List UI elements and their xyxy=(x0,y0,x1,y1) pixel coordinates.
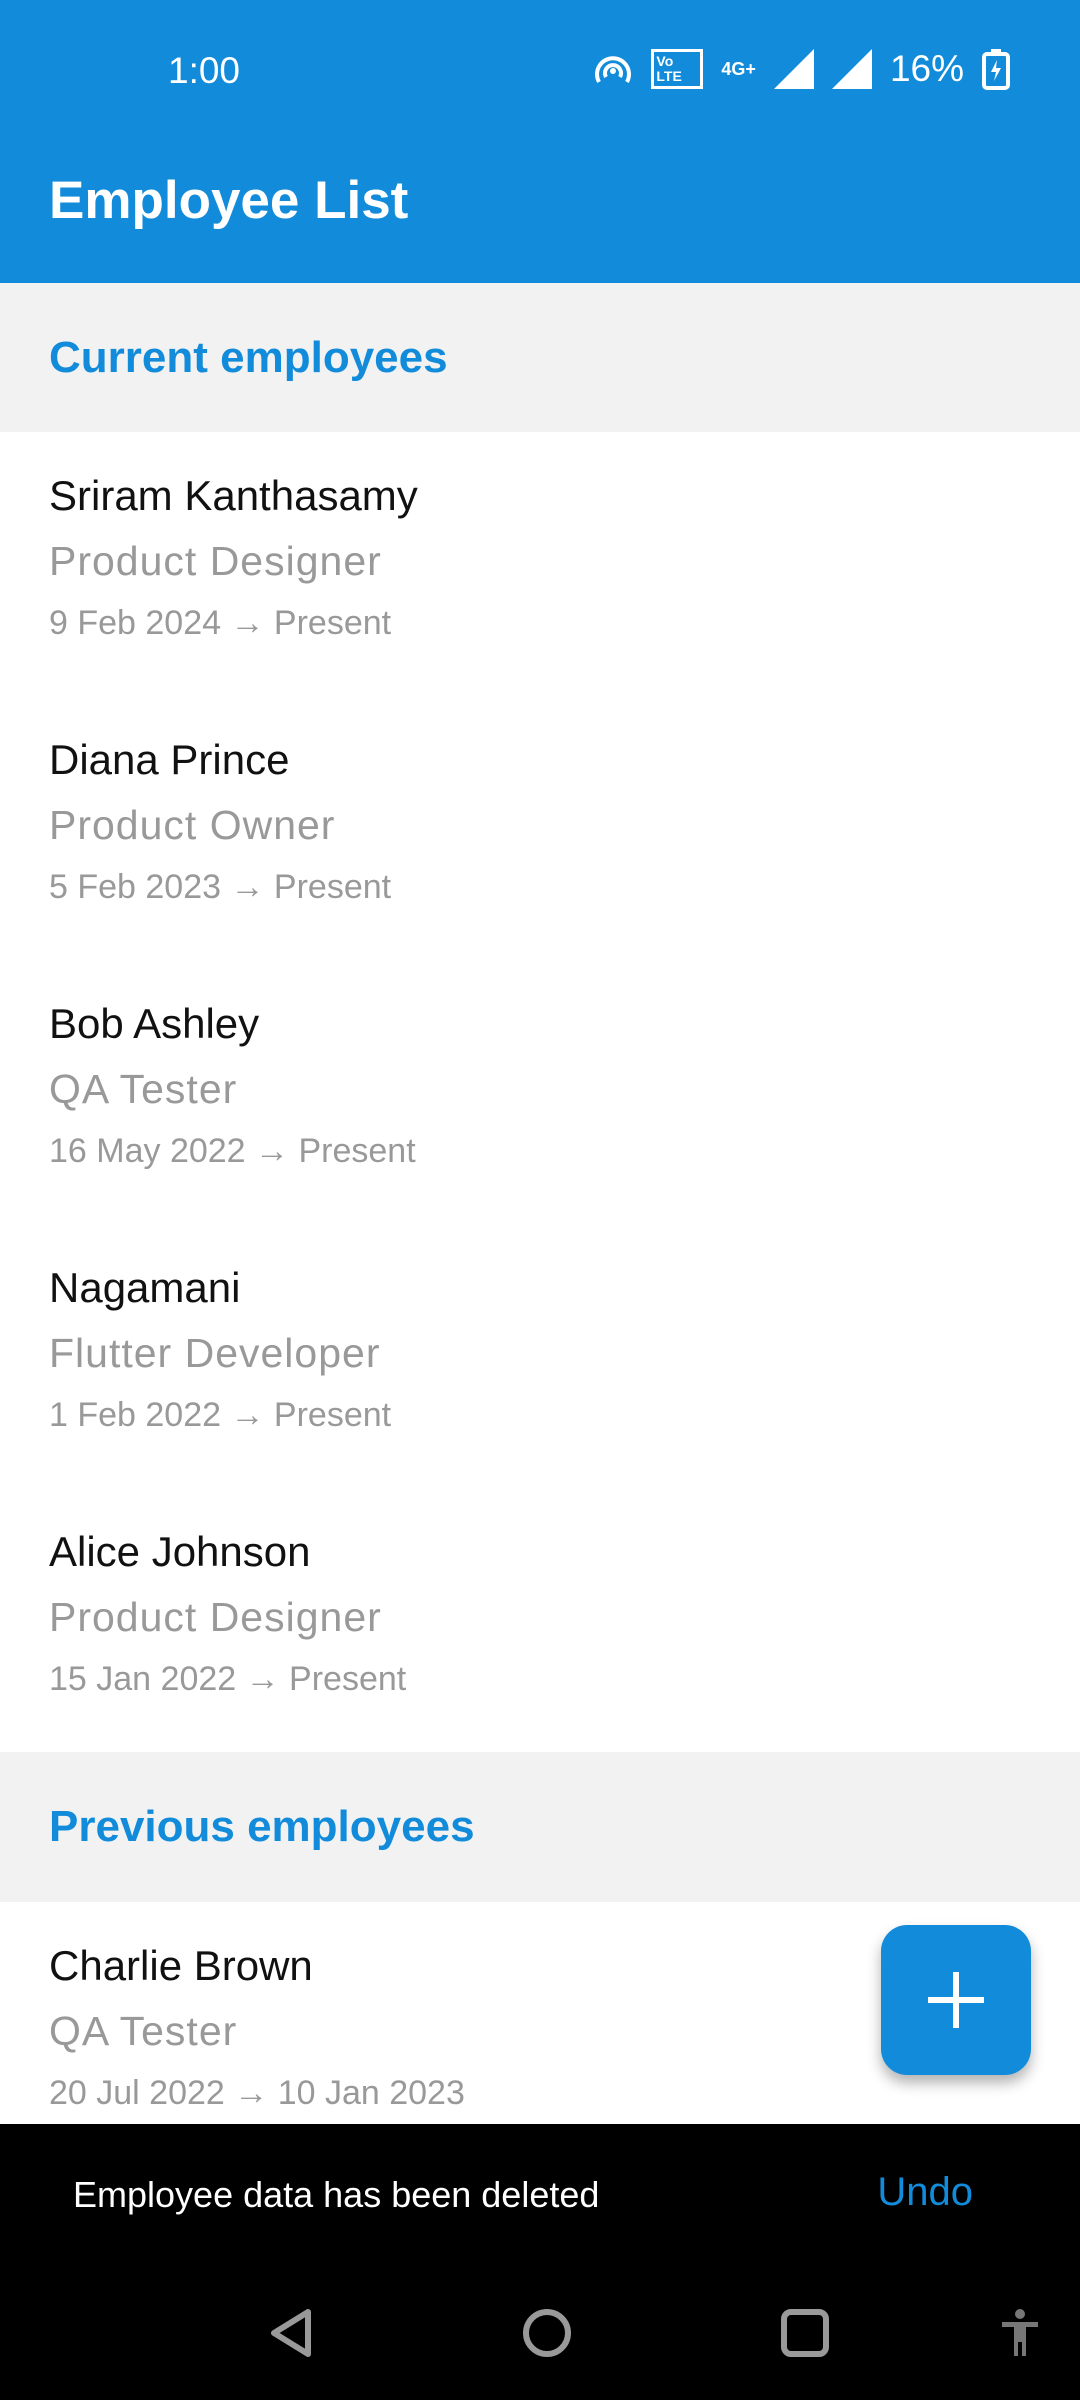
plus-icon xyxy=(928,1972,984,2028)
employee-list-item[interactable]: Nagamani Flutter Developer 1 Feb 2022 → Pr… xyxy=(0,1224,1080,1488)
employee-name: Diana Prince xyxy=(49,736,290,783)
employee-name: Charlie Brown xyxy=(49,1942,313,1989)
section-title: Current employees xyxy=(49,333,448,382)
page-title: Employee List xyxy=(49,171,409,230)
signal-icon xyxy=(773,49,814,89)
employee-dates: 16 May 2022 → Present xyxy=(49,1132,416,1170)
recents-icon[interactable] xyxy=(780,2308,830,2358)
employee-name: Sriram Kanthasamy xyxy=(49,472,418,519)
app-bar: Employee List xyxy=(0,130,1080,283)
employee-name: Nagamani xyxy=(49,1264,241,1311)
hotspot-icon xyxy=(595,56,632,83)
employee-role: QA Tester xyxy=(49,2008,238,2054)
employee-role: Product Designer xyxy=(49,538,382,584)
employee-list-item[interactable]: Alice Johnson Product Designer 15 Jan 2022… xyxy=(0,1488,1080,1752)
employee-dates: 15 Jan 2022 → Present xyxy=(49,1660,407,1698)
employee-list-item[interactable]: Diana Prince Product Owner 5 Feb 2023 → Pr… xyxy=(0,696,1080,960)
navigation-bar xyxy=(0,2260,1080,2400)
employee-name: Alice Johnson xyxy=(49,1528,311,1575)
employee-role: Product Designer xyxy=(49,1594,382,1640)
volte-icon: Vo LTE xyxy=(651,49,704,89)
employee-dates: 5 Feb 2023 → Present xyxy=(49,868,392,906)
status-bar: 1:00 Vo LTE 4G+ 16% xyxy=(0,0,1080,130)
employee-dates: 1 Feb 2022 → Present xyxy=(49,1396,392,1434)
battery-charging-icon xyxy=(982,49,1010,90)
employee-role: Flutter Developer xyxy=(49,1330,381,1376)
snackbar-message: Employee data has been deleted xyxy=(73,2174,600,2215)
employee-role: QA Tester xyxy=(49,1066,238,1112)
employee-role: Product Owner xyxy=(49,802,336,848)
signal-2-icon xyxy=(831,49,872,89)
employee-dates: 9 Feb 2024 → Present xyxy=(49,604,392,642)
home-icon[interactable] xyxy=(522,2308,572,2358)
battery-percent: 16% xyxy=(889,48,964,89)
back-icon[interactable] xyxy=(266,2308,316,2358)
section-header-previous: Previous employees xyxy=(0,1752,1080,1902)
employee-name: Bob Ashley xyxy=(49,1000,260,1047)
network-type-label: 4G+ xyxy=(721,58,756,79)
accessibility-icon[interactable] xyxy=(1000,2308,1040,2358)
undo-button[interactable]: Undo xyxy=(877,2170,973,2215)
employee-list-item[interactable]: Sriram Kanthasamy Product Designer 9 Feb 2… xyxy=(0,432,1080,696)
section-title: Previous employees xyxy=(49,1802,475,1851)
employee-dates: 20 Jul 2022 → 10 Jan 2023 xyxy=(49,2074,465,2112)
clock: 1:00 xyxy=(168,50,241,91)
section-header-current: Current employees xyxy=(0,283,1080,433)
employee-list-item[interactable]: Bob Ashley QA Tester 16 May 2022 → Present xyxy=(0,960,1080,1224)
add-employee-button[interactable] xyxy=(881,1925,1031,2075)
